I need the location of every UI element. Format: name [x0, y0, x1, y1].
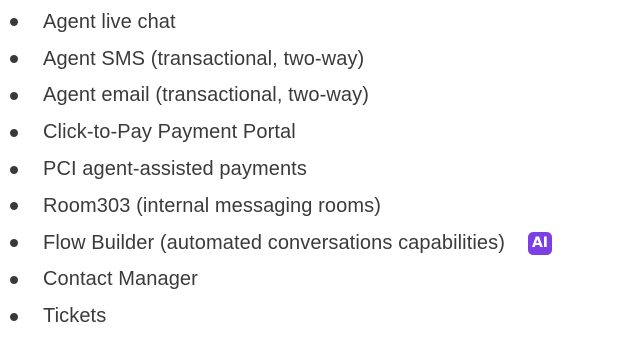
bullet-icon	[10, 18, 18, 27]
list-item: Agent live chat	[10, 4, 635, 41]
bullet-icon	[10, 91, 18, 100]
bullet-icon	[10, 128, 18, 137]
feature-label: Room303 (internal messaging rooms)	[43, 194, 381, 217]
list-item: Room303 (internal messaging rooms)	[10, 188, 635, 225]
feature-list: Agent live chat Agent SMS (transactional…	[0, 0, 635, 335]
feature-label: Click-to-Pay Payment Portal	[43, 121, 296, 144]
list-item: Agent email (transactional, two-way)	[10, 78, 635, 115]
feature-label: Agent email (transactional, two-way)	[43, 84, 369, 107]
bullet-icon	[10, 165, 18, 174]
list-item: Click-to-Pay Payment Portal	[10, 114, 635, 151]
feature-label: Contact Manager	[43, 268, 198, 291]
bullet-icon	[10, 55, 18, 64]
list-item: Agent SMS (transactional, two-way)	[10, 41, 635, 78]
bullet-icon	[10, 275, 18, 284]
bullet-icon	[10, 202, 18, 211]
feature-label: Tickets	[43, 305, 107, 328]
ai-badge-icon: AI	[527, 231, 552, 255]
bullet-icon	[10, 239, 18, 248]
list-item: Flow Builder (automated conversations ca…	[10, 225, 635, 262]
list-item: Contact Manager	[10, 262, 635, 299]
feature-label: PCI agent-assisted payments	[43, 158, 307, 181]
list-item: Tickets	[10, 298, 635, 335]
feature-label: Agent live chat	[43, 10, 176, 33]
feature-label: Flow Builder (automated conversations ca…	[43, 231, 505, 254]
bullet-icon	[10, 312, 18, 321]
feature-label: Agent SMS (transactional, two-way)	[43, 47, 365, 70]
list-item: PCI agent-assisted payments	[10, 151, 635, 188]
